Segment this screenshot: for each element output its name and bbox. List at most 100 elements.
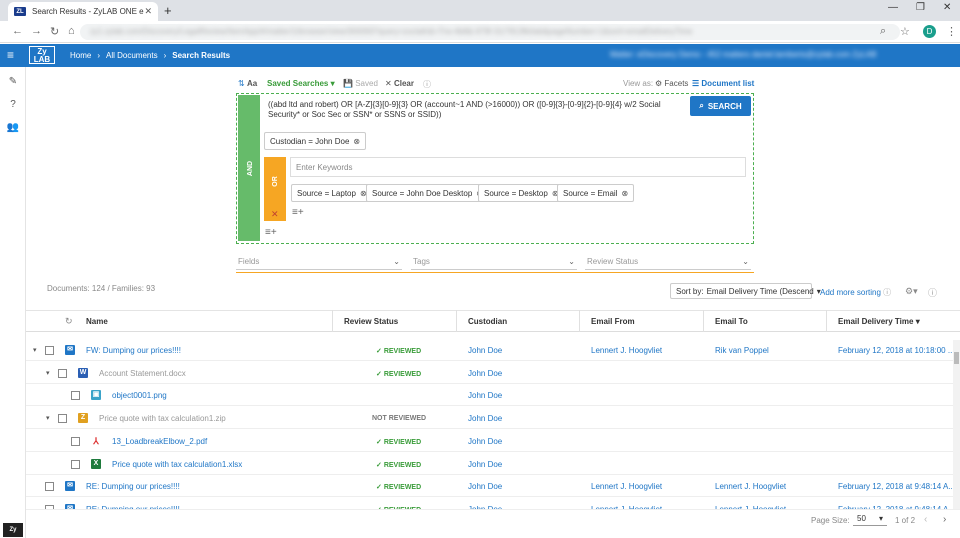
saved-button[interactable]: 💾 Saved (343, 79, 378, 88)
tags-filter[interactable]: Tags ⌄ (411, 256, 577, 270)
email-from-link[interactable]: Lennert J. Hoogvliet (591, 482, 697, 491)
fields-filter[interactable]: Fields ⌄ (236, 256, 402, 270)
scrollbar-thumb[interactable] (954, 352, 959, 364)
hamburger-menu-icon[interactable]: ≡ (7, 49, 14, 61)
document-name-link[interactable]: 13_LoadbreakElbow_2.pdf (112, 437, 326, 446)
custodian-link[interactable]: John Doe (468, 346, 574, 355)
source-chip-john-doe-desktop[interactable]: Source = John Doe Desktop⊗ (366, 184, 489, 202)
forward-arrow-icon[interactable]: → (31, 25, 42, 37)
email-to-link[interactable]: Lennert J. Hoogvliet (715, 482, 821, 491)
email-delivery-time: February 12, 2018 at 9:48:14 A... (838, 482, 952, 491)
restore-icon[interactable]: ❐ (916, 2, 925, 13)
help-circle-icon[interactable]: ⓘ (928, 286, 937, 299)
remove-or-group-icon[interactable]: ✕ (271, 209, 279, 220)
source-chip-desktop[interactable]: Source = Desktop ⊗ (478, 184, 565, 202)
column-review-status[interactable]: Review Status (344, 317, 398, 326)
row-checkbox[interactable] (71, 460, 80, 469)
saved-searches-dropdown[interactable]: Saved Searches ▾ (267, 79, 335, 88)
column-email-delivery-time[interactable]: Email Delivery Time ▾ (838, 317, 920, 326)
breadcrumb-search-results: Search Results (172, 51, 231, 60)
bookmark-star-icon[interactable]: ☆ (900, 25, 910, 38)
column-name[interactable]: Name (86, 317, 108, 326)
status-text: REVIEWED (383, 371, 422, 378)
email-icon: ✉ (65, 345, 75, 355)
review-status-filter[interactable]: Review Status ⌄ (585, 256, 751, 270)
column-email-to[interactable]: Email To (715, 317, 748, 326)
vertical-scrollbar[interactable] (953, 340, 960, 510)
zylab-logo[interactable]: Zy LAB (29, 46, 55, 64)
expand-toggle-icon[interactable]: ▾ (33, 346, 37, 354)
row-checkbox[interactable] (45, 482, 54, 491)
clear-button[interactable]: ✕ Clear (385, 79, 414, 88)
document-list-toggle[interactable]: ☰ Document list (692, 79, 754, 88)
add-condition-icon[interactable]: ≡+ (292, 207, 304, 218)
row-checkbox[interactable] (58, 414, 67, 423)
search-button[interactable]: ⌕ SEARCH (690, 96, 751, 116)
add-more-sorting-link[interactable]: Add more sorting ⓘ (820, 287, 891, 298)
row-checkbox[interactable] (45, 346, 54, 355)
email-from-link[interactable]: Lennert J. Hoogvliet (591, 346, 697, 355)
profile-avatar[interactable]: D (923, 25, 936, 38)
sort-by-dropdown[interactable]: Sort by: Email Delivery Time (Descend ▾ (670, 283, 821, 299)
zoom-search-icon[interactable]: ⌕ (880, 25, 886, 38)
column-divider (826, 310, 827, 332)
add-group-icon[interactable]: ≡+ (265, 227, 277, 238)
chip-remove-icon[interactable]: ⊗ (353, 137, 360, 146)
document-name-link[interactable]: Price quote with tax calculation1.xlsx (112, 460, 326, 469)
custodian-link[interactable]: John Doe (468, 482, 574, 491)
minimize-icon[interactable]: — (888, 2, 898, 13)
chip-remove-icon[interactable]: ⊗ (621, 189, 628, 198)
browser-menu-icon[interactable]: ⋮ (946, 25, 957, 38)
settings-gear-icon[interactable]: ⚙▾ (905, 286, 918, 297)
browser-tab[interactable]: ZL Search Results - ZyLAB ONE eDisc ✕ (8, 2, 158, 21)
help-icon[interactable]: ? (6, 99, 20, 113)
column-email-from[interactable]: Email From (591, 317, 635, 326)
custodian-link[interactable]: John Doe (468, 369, 574, 378)
document-name-link[interactable]: RE: Dumping our prices!!!! (86, 482, 326, 491)
row-checkbox[interactable] (58, 369, 67, 378)
text-format-icon[interactable]: ⇅ Aa (238, 79, 257, 88)
row-checkbox[interactable] (71, 437, 80, 446)
results-summary: Documents: 124 / Families: 93 (47, 284, 156, 293)
page-size-select[interactable]: 50 ▾ (853, 512, 887, 526)
document-name-link[interactable]: object0001.png (112, 391, 326, 400)
document-name-link[interactable]: FW: Dumping our prices!!!! (86, 346, 326, 355)
document-name-link[interactable]: Account Statement.docx (99, 369, 326, 378)
window-close-icon[interactable]: ✕ (943, 2, 951, 13)
email-to-link[interactable]: Rik van Poppel (715, 346, 821, 355)
home-icon[interactable]: ⌂ (68, 25, 75, 37)
row-checkbox[interactable] (71, 391, 80, 400)
column-divider (332, 310, 333, 332)
expand-toggle-icon[interactable]: ▾ (46, 369, 50, 377)
custodian-link[interactable]: John Doe (468, 460, 574, 469)
excel-icon: X (91, 459, 101, 469)
review-status-badge: ✓ REVIEWED (376, 438, 421, 446)
keywords-input[interactable]: Enter Keywords (290, 157, 746, 177)
tools-icon[interactable]: ✎ (6, 76, 20, 90)
source-chip-email[interactable]: Source = Email ⊗ (557, 184, 635, 202)
next-page-icon[interactable]: › (943, 514, 946, 525)
custodian-link[interactable]: John Doe (468, 391, 574, 400)
custodian-link[interactable]: John Doe (468, 437, 574, 446)
reload-icon[interactable]: ↻ (50, 25, 59, 38)
document-name-link[interactable]: Price quote with tax calculation1.zip (99, 414, 326, 423)
prev-page-icon[interactable]: ‹ (924, 514, 927, 525)
new-tab-button[interactable]: + (164, 3, 172, 18)
query-text-input[interactable]: ((abd ltd and robert) OR [A-Z]{3}[0-9]{3… (268, 100, 686, 120)
help-circle-icon[interactable]: ⓘ (423, 79, 431, 90)
tab-close-icon[interactable]: ✕ (144, 6, 152, 17)
expand-toggle-icon[interactable]: ▾ (46, 414, 50, 422)
back-arrow-icon[interactable]: ← (12, 25, 23, 37)
email-delivery-time: February 12, 2018 at 10:18:00 ... (838, 346, 952, 355)
breadcrumb-all-documents[interactable]: All Documents (106, 51, 158, 60)
custodian-link[interactable]: John Doe (468, 414, 574, 423)
refresh-icon[interactable]: ↻ (65, 316, 73, 327)
custodian-chip[interactable]: Custodian = John Doe ⊗ (264, 132, 367, 150)
source-chip-laptop[interactable]: Source = Laptop ⊗ (291, 184, 373, 202)
breadcrumb-home[interactable]: Home (70, 51, 91, 60)
facets-icon: ⚙ (655, 79, 663, 88)
users-icon[interactable]: 👥 (6, 122, 20, 136)
review-status-badge: ✓ REVIEWED (376, 461, 421, 469)
facets-toggle[interactable]: ⚙ Facets (655, 79, 688, 88)
column-custodian[interactable]: Custodian (468, 317, 507, 326)
